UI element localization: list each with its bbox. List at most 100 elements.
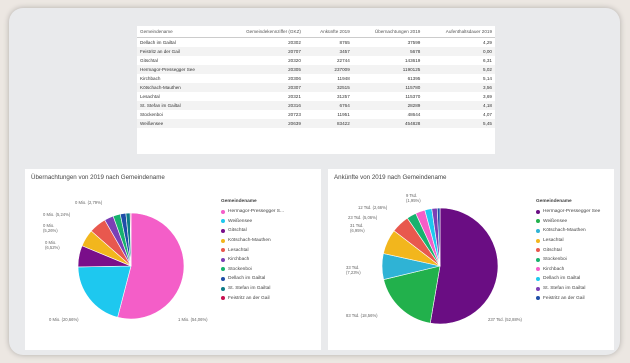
table-cell: 22744 [336, 58, 350, 63]
table-cell: 3,69 [483, 94, 492, 99]
legend-dot-icon [221, 286, 225, 291]
legend-item[interactable]: Feistritz an der Gail [536, 293, 600, 303]
table-cell: 115780 [352, 83, 424, 92]
pie-chart-uebernachtungen[interactable]: Übernachtungen von 2019 nach Gemeindenam… [25, 169, 321, 350]
legend-item[interactable]: Kirchbach [536, 265, 600, 275]
table-cell: 20321 [288, 94, 301, 99]
legend-item[interactable]: Weißensee [536, 217, 600, 227]
legend-item[interactable]: Dellach im Gailtal [221, 274, 284, 284]
legend-title: Gemeindename [221, 199, 257, 204]
chart-legend: Gemeindename Hermagor-Pressegger See Weiß… [536, 199, 600, 303]
legend-dot-icon [221, 209, 225, 214]
pie-chart-ankuenfte[interactable]: Ankünfte von 2019 nach Gemeindename 237 … [328, 169, 614, 350]
table-cell: Stockenboi [140, 112, 163, 117]
table-cell: Hermagor-Pressegger See [137, 65, 221, 74]
table-row[interactable]: Feistritz an der Gail 20707 3457 5678 0,00 [137, 47, 495, 56]
table-cell: 5678 [352, 47, 424, 56]
legend-label: Kirchbach [543, 266, 565, 272]
table-cell: Kötschach-Mauthen [137, 83, 221, 92]
legend-dot-icon [536, 296, 540, 301]
table-row[interactable]: Kötschach-Mauthen 20307 32515 115780 3,56 [137, 83, 495, 92]
column-header-ankuenfte[interactable]: Ankünfte 2019 [303, 26, 353, 38]
legend-item[interactable]: Stockenboi [221, 265, 284, 275]
column-header-gkz[interactable]: Gemeindekennziffer (GKZ) [220, 26, 304, 38]
data-label: 23 Tsd. (5,06%) [348, 215, 378, 220]
legend-item[interactable]: Lesachtal [536, 236, 600, 246]
table-cell: Lesachtal [140, 94, 160, 99]
legend-item[interactable]: Lesachtal [221, 245, 284, 255]
legend-dot-icon [536, 209, 540, 214]
column-header-gemeindename[interactable]: Gemeindename [137, 26, 221, 38]
table-cell: 20316 [220, 101, 304, 110]
legend-item[interactable]: Hermagor-Pressegger S... [221, 207, 284, 217]
table-cell: Weißensee [137, 119, 221, 128]
legend-item[interactable]: Kirchbach [221, 255, 284, 265]
table-cell: 48644 [407, 112, 421, 117]
table-cell: Gitschtal [140, 58, 158, 63]
table-row[interactable]: Lesachtal 20321 31257 115370 3,69 [137, 92, 495, 101]
table-cell: 4,07 [483, 112, 492, 117]
table-row[interactable]: Weißensee 20639 83422 454828 5,45 [137, 119, 495, 128]
table-cell: 32515 [303, 83, 353, 92]
table-cell: 20639 [220, 119, 304, 128]
table-cell: 4,18 [423, 101, 495, 110]
data-label: 237 Tsd. (52,88%) [488, 317, 523, 322]
legend-item[interactable]: Kötschach-Mauthen [536, 226, 600, 236]
legend-item[interactable]: Dellach im Gailtal [536, 274, 600, 284]
pie-slice[interactable] [429, 207, 499, 325]
table-row[interactable]: Kirchbach 20306 11948 61395 5,14 [137, 74, 495, 83]
legend-label: Feistritz an der Gail [543, 295, 585, 301]
legend-label: Hermagor-Pressegger S... [228, 209, 284, 215]
data-label: 0 Mio. (20,66%) [49, 317, 79, 322]
legend-dot-icon [536, 257, 540, 262]
legend-item[interactable]: St. Stefan im Gailtal [221, 284, 284, 294]
legend-label: Kötschach-Mauthen [543, 228, 586, 234]
column-header-uebernachtungen[interactable]: Übernachtungen 2019 [352, 26, 424, 38]
table-row[interactable]: St. Stefan im Gailtal 20316 6764 28289 4,18 [137, 101, 495, 110]
legend-label: Stockenboi [228, 266, 252, 272]
table-row[interactable]: Stockenboi 20723 11951 48644 4,07 [137, 110, 495, 119]
data-label: 0 Mio. (5,24%) [43, 212, 71, 217]
data-label: 0 Mio. (5,26%) [43, 223, 58, 233]
table-cell: 20723 [288, 112, 301, 117]
legend-item[interactable]: Weißensee [221, 217, 284, 227]
table-cell: 4,29 [483, 40, 492, 45]
legend-label: Weißensee [543, 218, 568, 224]
table-cell: 11948 [337, 76, 350, 81]
data-table-visual[interactable]: Gemeindename Gemeindekennziffer (GKZ) An… [137, 26, 495, 154]
table-cell: 20307 [220, 83, 304, 92]
table-cell: 3,56 [423, 83, 495, 92]
legend-label: St. Stefan im Gailtal [228, 286, 271, 292]
table-cell: 8765 [339, 40, 350, 45]
legend-item[interactable]: Kötschach-Mauthen [221, 236, 284, 246]
table-row[interactable]: Dellach im Gailtal 20302 8765 37599 4,29 [137, 38, 495, 48]
table-cell: 3457 [303, 47, 353, 56]
table-cell: 115370 [405, 94, 421, 99]
table-row[interactable]: Hermagor-Pressegger See 20305 237009 119012… [137, 65, 495, 74]
table-cell: 31257 [336, 94, 350, 99]
legend-label: St. Stefan im Gailtal [543, 286, 586, 292]
table-row[interactable]: Gitschtal 20320 22744 143619 6,31 [137, 56, 495, 65]
column-header-aufenthaltsdauer[interactable]: Aufenthaltsdauer 2019 [423, 26, 495, 38]
data-label: 0 Mio. (2,79%) [75, 200, 103, 205]
data-table: Gemeindename Gemeindekennziffer (GKZ) An… [137, 26, 495, 128]
legend-dot-icon [221, 276, 225, 281]
legend-item[interactable]: St. Stefan im Gailtal [536, 284, 600, 294]
table-cell: 6,31 [483, 58, 492, 63]
table-cell: 28289 [352, 101, 424, 110]
data-label: 83 Tsd. (18,56%) [346, 313, 378, 318]
legend-item[interactable]: Gitschtal [536, 245, 600, 255]
data-label: 9 Tsd. (1,95%) [406, 193, 421, 203]
data-label: 31 Tsd. (6,95%) [350, 223, 365, 233]
table-cell: 143619 [405, 58, 421, 63]
table-cell: 61395 [407, 76, 421, 81]
table-cell: 5,14 [483, 76, 492, 81]
legend-label: Hermagor-Pressegger See [543, 209, 601, 215]
legend-item[interactable]: Gitschtal [221, 226, 284, 236]
legend-item[interactable]: Feistritz an der Gail [221, 293, 284, 303]
table-cell: 37599 [407, 40, 421, 45]
legend-item[interactable]: Stockenboi [536, 255, 600, 265]
legend-item[interactable]: Hermagor-Pressegger See [536, 207, 600, 217]
legend-dot-icon [536, 286, 540, 291]
table-cell: 5,02 [423, 65, 495, 74]
